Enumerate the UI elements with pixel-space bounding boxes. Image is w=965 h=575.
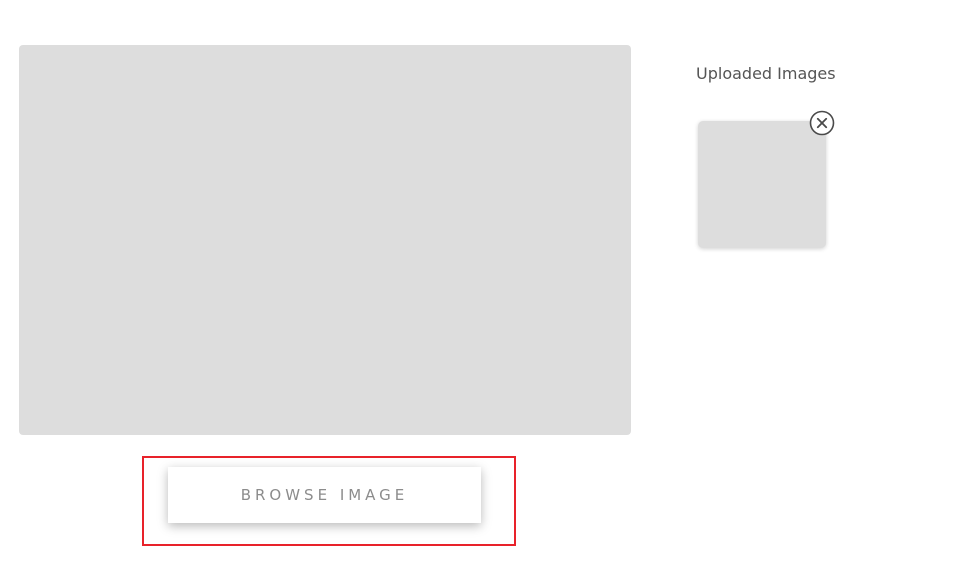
close-circle-icon <box>809 110 835 136</box>
browse-image-button[interactable]: BROWSE IMAGE <box>168 467 481 523</box>
uploaded-image-thumbnail[interactable] <box>698 121 826 248</box>
browse-image-label: BROWSE IMAGE <box>240 486 409 504</box>
image-preview-area <box>19 45 631 435</box>
uploaded-images-title: Uploaded Images <box>696 64 836 83</box>
image-uploader: BROWSE IMAGE Uploaded Images <box>0 0 965 575</box>
remove-image-button[interactable] <box>809 110 835 136</box>
